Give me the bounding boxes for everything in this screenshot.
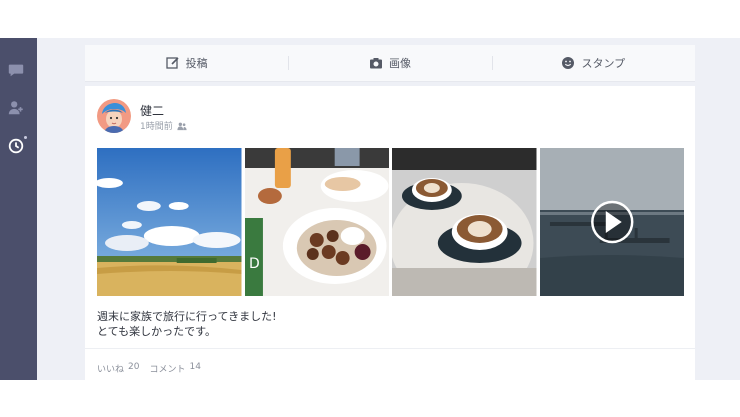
photo-gallery: D bbox=[97, 148, 684, 296]
comments-label: コメント bbox=[149, 365, 186, 375]
edit-icon bbox=[166, 57, 179, 69]
photo-food[interactable]: D bbox=[244, 148, 389, 296]
post-label: 投稿 bbox=[185, 57, 208, 70]
play-icon[interactable] bbox=[540, 148, 685, 296]
likes-count: 20 bbox=[128, 362, 140, 372]
comments-count: 14 bbox=[189, 362, 201, 372]
post-meta: 1時間前 bbox=[140, 119, 187, 132]
author-name[interactable]: 健二 bbox=[140, 102, 164, 119]
photo-lake-video[interactable] bbox=[539, 148, 685, 296]
add-friend-icon[interactable] bbox=[6, 98, 26, 118]
post-text-line1: 週末に家族で旅行に行ってきました! bbox=[97, 310, 277, 323]
camera-icon bbox=[369, 58, 382, 69]
clock-icon[interactable] bbox=[6, 136, 26, 156]
likes-stat[interactable]: いいね 20 bbox=[97, 362, 139, 375]
stamp-label: スタンプ bbox=[581, 57, 626, 70]
friends-icon bbox=[177, 122, 187, 130]
post-card: 健二 1時間前 D 週末に家族で旅行に行ってきました! とても楽しかったです。 … bbox=[85, 86, 695, 380]
likes-label: いいね bbox=[97, 365, 125, 375]
app-screen: 投稿 画像 スタンプ 健二 1時間前 D 週末に家族で旅行に行ってきました! と… bbox=[0, 38, 740, 380]
image-label: 画像 bbox=[388, 57, 411, 70]
post-time: 1時間前 bbox=[140, 122, 173, 132]
stamp-button[interactable]: スタンプ bbox=[491, 45, 695, 81]
divider bbox=[85, 348, 695, 349]
chat-icon[interactable] bbox=[6, 60, 26, 80]
stamp-smile-icon bbox=[562, 57, 575, 69]
photo-coffee[interactable] bbox=[392, 148, 537, 296]
post-button[interactable]: 投稿 bbox=[85, 45, 288, 81]
composer-bar: 投稿 画像 スタンプ bbox=[85, 45, 695, 82]
post-text-line2: とても楽しかったです。 bbox=[97, 325, 217, 338]
notification-dot bbox=[24, 136, 27, 139]
image-button[interactable]: 画像 bbox=[288, 45, 491, 81]
photo-landscape[interactable] bbox=[97, 148, 242, 296]
post-text: 週末に家族で旅行に行ってきました! とても楽しかったです。 bbox=[97, 309, 277, 339]
svg-text:D: D bbox=[248, 256, 259, 272]
comments-stat[interactable]: コメント 14 bbox=[149, 362, 200, 375]
post-stats: いいね 20 コメント 14 bbox=[97, 362, 201, 375]
sidebar bbox=[0, 38, 37, 380]
avatar[interactable] bbox=[97, 99, 131, 133]
